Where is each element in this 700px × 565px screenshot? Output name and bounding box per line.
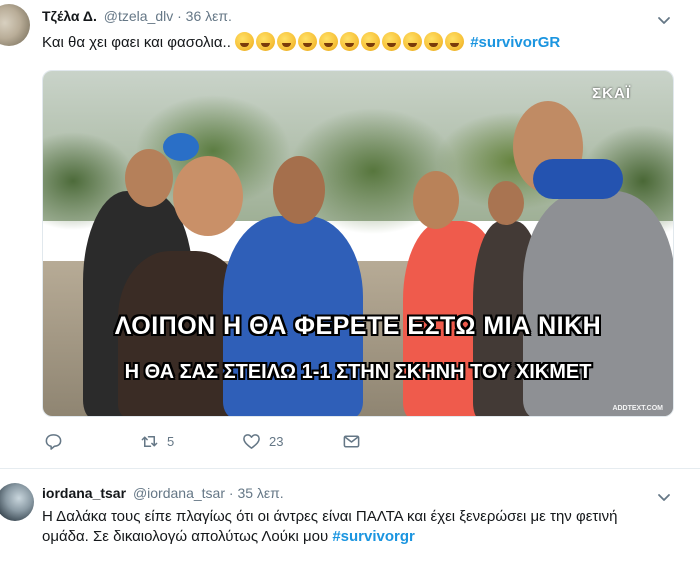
watermark: ADDTEXT.COM [612, 405, 663, 412]
like-button[interactable]: 23 [242, 432, 283, 451]
retweet-button[interactable]: 5 [140, 432, 174, 451]
user-handle[interactable]: @iordana_tsar [133, 485, 225, 501]
grinning-face-icon [361, 32, 381, 51]
retweet-count: 5 [167, 434, 175, 449]
laughing-face-icon [340, 32, 360, 51]
grinning-face-icon [235, 32, 255, 51]
meme-caption-line-1: ΛΟΙΠΟΝ Η ΘΑ ΦΕΡΕΤΕ ΕΣΤΩ ΜΙΑ ΝΙΚΗ [114, 312, 602, 340]
laughing-face-icon [424, 32, 444, 51]
avatar[interactable] [0, 483, 34, 521]
separator-dot: · [177, 8, 182, 24]
laughing-face-icon [256, 32, 276, 51]
tweet-text: Η Δαλάκα τους είπε πλαγίως ότι οι άντρες… [42, 507, 662, 547]
grinning-face-icon [445, 32, 465, 51]
direct-message-button[interactable] [342, 432, 361, 451]
tweet[interactable]: iordana_tsar @iordana_tsar · 35 λεπ. Η Δ… [0, 468, 700, 565]
emoji-row [235, 32, 470, 51]
hashtag-link[interactable]: #survivorgr [332, 528, 415, 545]
grinning-face-icon [403, 32, 423, 51]
grinning-face-icon [277, 32, 297, 51]
timestamp[interactable]: 35 λεπ. [237, 485, 283, 501]
grinning-face-icon [319, 32, 339, 51]
tweet-header: iordana_tsar @iordana_tsar · 35 λεπ. [42, 485, 284, 501]
chevron-down-icon[interactable] [656, 12, 672, 28]
heart-icon [243, 434, 260, 449]
tweet-header: Τζέλα Δ. @tzela_dlv · 36 λεπ. [42, 8, 232, 24]
tweet-body: Η Δαλάκα τους είπε πλαγίως ότι οι άντρες… [42, 508, 618, 545]
chevron-down-icon[interactable] [656, 489, 672, 505]
avatar[interactable] [0, 4, 30, 46]
laughing-face-icon [382, 32, 402, 51]
display-name[interactable]: Τζέλα Δ. [42, 8, 97, 24]
tweet-text: Και θα χει φαει και φασολια.. #survivorG… [42, 32, 560, 54]
tweet[interactable]: Τζέλα Δ. @tzela_dlv · 36 λεπ. Και θα χει… [0, 0, 700, 468]
user-handle[interactable]: @tzela_dlv [104, 8, 173, 24]
hashtag-link[interactable]: #survivorGR [470, 34, 560, 51]
envelope-icon [343, 435, 360, 448]
channel-logo: ΣΚΑΪ [592, 85, 631, 102]
retweet-icon [141, 435, 158, 448]
tweet-media-image[interactable]: ΣΚΑΪ ΛΟΙΠΟΝ Η ΘΑ ΦΕΡΕΤΕ ΕΣΤΩ ΜΙΑ ΝΙΚΗ Η … [42, 70, 674, 417]
like-count: 23 [269, 434, 284, 449]
reply-button[interactable] [44, 432, 71, 451]
display-name[interactable]: iordana_tsar [42, 485, 126, 501]
reply-icon [45, 434, 62, 450]
laughing-face-icon [298, 32, 318, 51]
tweet-body: Και θα χει φαει και φασολια.. [42, 34, 231, 51]
timestamp[interactable]: 36 λεπ. [186, 8, 232, 24]
tweet-actions: 5 23 [42, 432, 402, 456]
separator-dot: · [228, 485, 234, 501]
meme-caption-line-2: Η ΘΑ ΣΑΣ ΣΤΕΙΛΩ 1-1 ΣΤΗΝ ΣΚΗΝΗ ΤΟΥ ΧΙΚΜΕ… [124, 361, 592, 383]
